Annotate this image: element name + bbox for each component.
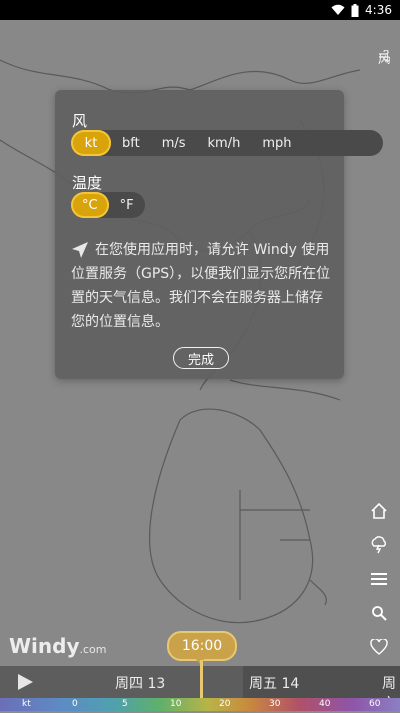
status-time: 4:36 xyxy=(365,3,392,17)
side-toolbar xyxy=(368,500,390,658)
day-label-thursday[interactable]: 周四 13 xyxy=(115,673,165,693)
home-icon xyxy=(371,502,387,519)
scale-tick: 60 xyxy=(369,699,381,709)
temperature-section-title: 温度 xyxy=(72,174,103,192)
layer-selector[interactable]: 风 xyxy=(378,50,390,67)
temp-unit-fahrenheit[interactable]: °F xyxy=(109,192,145,218)
scale-tick: 5 xyxy=(122,699,128,709)
location-permission-message: 在您使用应用时，请允许 Windy 使用位置服务（GPS），以便我们显示您所在位… xyxy=(71,238,331,334)
scale-tick: 0 xyxy=(72,699,78,709)
wind-unit-ms[interactable]: m/s xyxy=(151,130,197,156)
wind-unit-kmh[interactable]: km/h xyxy=(197,130,252,156)
logo-suffix: .com xyxy=(79,643,107,656)
scale-tick: 10 xyxy=(170,699,182,709)
windy-logo: Windy.com xyxy=(9,634,107,658)
temp-unit-celsius[interactable]: °C xyxy=(71,192,109,218)
permission-text: 在您使用应用时，请允许 Windy 使用位置服务（GPS），以便我们显示您所在位… xyxy=(71,242,331,330)
wind-unit-bft[interactable]: bft xyxy=(111,130,151,156)
wind-color-scale: kt 0 5 10 20 30 40 60 xyxy=(0,698,400,711)
home-button[interactable] xyxy=(368,500,390,522)
wind-unit-selector: kt bft m/s km/h mph xyxy=(71,130,383,156)
timeline-cursor[interactable] xyxy=(200,660,203,698)
play-icon[interactable] xyxy=(14,673,36,691)
logo-main: Windy xyxy=(9,634,80,658)
scale-tick: 20 xyxy=(219,699,231,709)
wind-unit-mph[interactable]: mph xyxy=(251,130,302,156)
menu-button[interactable] xyxy=(368,568,390,590)
search-icon xyxy=(372,606,387,621)
status-bar: 4:36 xyxy=(0,0,400,20)
menu-icon xyxy=(371,573,387,585)
wind-section-title: 风 xyxy=(72,112,88,130)
wifi-icon xyxy=(331,4,345,15)
temperature-unit-selector: °C °F xyxy=(71,192,145,218)
status-icons: 4:36 xyxy=(331,2,392,18)
settings-dialog: 风 kt bft m/s km/h mph 温度 °C °F 在您使用应用时，请… xyxy=(55,90,383,379)
storm-icon xyxy=(371,536,386,554)
day-label-friday[interactable]: 周五 14 xyxy=(249,673,299,693)
scale-tick: 40 xyxy=(319,699,331,709)
done-button[interactable]: 完成 xyxy=(173,347,229,369)
wind-layer-icon xyxy=(378,50,390,62)
scale-tick: 30 xyxy=(269,699,281,709)
heart-icon xyxy=(370,639,388,655)
battery-icon xyxy=(351,3,359,17)
storm-button[interactable] xyxy=(368,534,390,556)
search-button[interactable] xyxy=(368,602,390,624)
favorites-button[interactable] xyxy=(368,636,390,658)
scale-unit: kt xyxy=(22,699,31,709)
wind-unit-kt[interactable]: kt xyxy=(71,130,111,156)
location-arrow-icon xyxy=(72,242,88,258)
